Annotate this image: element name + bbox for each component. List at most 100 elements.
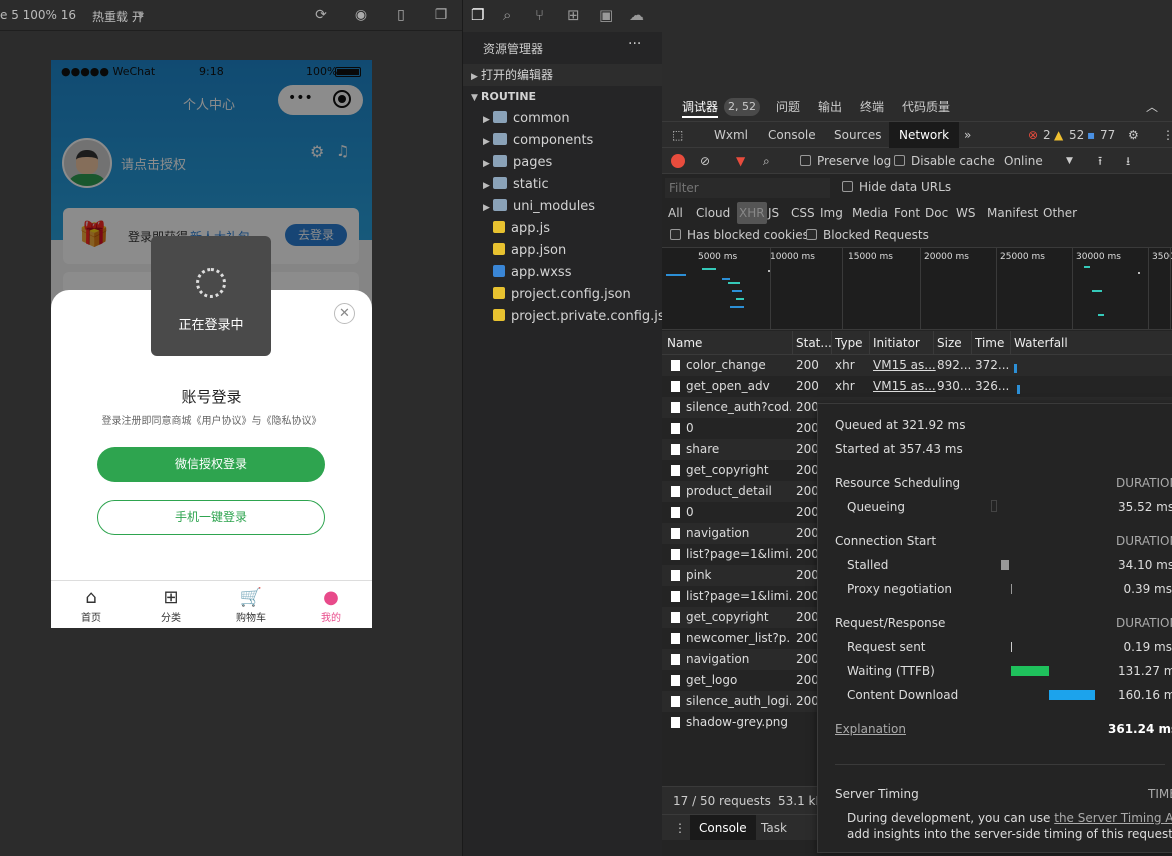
- download-icon[interactable]: ⭳: [1126, 150, 1130, 172]
- tab-mine[interactable]: ● 我的: [291, 581, 371, 628]
- phone-icon[interactable]: ▯: [393, 7, 409, 23]
- column-divider[interactable]: [971, 331, 972, 355]
- collapse-icon[interactable]: ︿: [1146, 96, 1158, 118]
- explanation-link[interactable]: Explanation: [835, 722, 906, 736]
- filter-icon[interactable]: ▼: [736, 150, 745, 172]
- blocked-cookies-checkbox[interactable]: Has blocked cookies: [670, 224, 809, 246]
- preserve-log-checkbox[interactable]: Preserve log: [800, 150, 891, 172]
- column-divider[interactable]: [792, 331, 793, 355]
- type-filter-manifest[interactable]: Manifest: [987, 202, 1038, 224]
- column-header[interactable]: Size: [937, 333, 975, 354]
- record-icon[interactable]: [671, 154, 685, 168]
- tab-issues[interactable]: 问题: [776, 96, 800, 118]
- hide-data-urls-checkbox[interactable]: Hide data URLs: [842, 176, 951, 198]
- type-filter-other[interactable]: Other: [1043, 202, 1077, 224]
- chevron-right-icon: ▶: [483, 203, 490, 213]
- tree-item-json[interactable]: project.private.config.js...: [463, 306, 677, 328]
- extensions-icon[interactable]: ⊞: [567, 6, 580, 24]
- type-filter-ws[interactable]: WS: [956, 202, 975, 224]
- hotreload-toggle[interactable]: 热重载 开: [92, 8, 144, 25]
- wechat-login-button[interactable]: 微信授权登录: [97, 447, 325, 482]
- agreement-text[interactable]: 登录注册即同意商城《用户协议》与《隐私协议》: [51, 412, 372, 427]
- error-icon[interactable]: ⊗: [1028, 124, 1038, 146]
- column-header[interactable]: Waterfall: [1014, 333, 1172, 354]
- server-timing-api-link[interactable]: the Server Timing API: [1054, 811, 1172, 825]
- tab-wxml[interactable]: Wxml: [714, 124, 748, 146]
- kebab-icon[interactable]: ⋮: [1162, 124, 1172, 146]
- device-selector[interactable]: e 5 100% 16: [0, 8, 76, 22]
- column-header[interactable]: Name: [667, 333, 796, 354]
- tree-item-folder[interactable]: ▶ uni_modules: [463, 196, 663, 218]
- table-row[interactable]: get_open_adv 200 xhr VM15 as... 930... 326...: [662, 376, 1172, 397]
- tree-item-json[interactable]: project.config.json: [463, 284, 663, 306]
- tab-cart[interactable]: 🛒 购物车: [211, 581, 291, 628]
- info-icon[interactable]: ▪: [1087, 124, 1095, 146]
- gear-icon[interactable]: ⚙: [1128, 124, 1139, 146]
- type-filter-js[interactable]: JS: [768, 202, 779, 224]
- blocked-requests-checkbox[interactable]: Blocked Requests: [806, 224, 929, 246]
- type-filter-font[interactable]: Font: [894, 202, 920, 224]
- tree-item-folder[interactable]: ▶ common: [463, 108, 663, 130]
- throttle-chevron-icon[interactable]: ▼: [1066, 150, 1073, 172]
- type-filter-xhr[interactable]: XHR: [737, 202, 767, 224]
- cell-initiator[interactable]: VM15 as...: [873, 355, 937, 376]
- throttle-select[interactable]: Online: [1004, 150, 1043, 172]
- tab-terminal[interactable]: 终端: [860, 96, 884, 118]
- drawer-tab-console[interactable]: Console: [690, 815, 756, 841]
- drawer-menu-icon[interactable]: ⋮: [674, 817, 686, 839]
- clear-icon[interactable]: ⊘: [700, 150, 710, 172]
- phone-login-button[interactable]: 手机一键登录: [97, 500, 325, 535]
- search-icon[interactable]: ⌕: [503, 6, 511, 24]
- cloud-icon[interactable]: ☁: [629, 6, 644, 24]
- tab-debugger[interactable]: 调试器: [682, 96, 719, 118]
- search-network-icon[interactable]: ⌕: [763, 150, 770, 172]
- column-divider[interactable]: [831, 331, 832, 355]
- upload-icon[interactable]: ⭱: [1098, 150, 1102, 172]
- tree-item-json[interactable]: app.json: [463, 240, 663, 262]
- more-tabs-icon[interactable]: »: [964, 124, 971, 146]
- tab-console[interactable]: Console: [768, 124, 816, 146]
- cell-initiator[interactable]: VM15 as...: [873, 376, 937, 397]
- type-filter-media[interactable]: Media: [852, 202, 888, 224]
- tab-code-quality[interactable]: 代码质量: [902, 96, 950, 118]
- more-actions-icon[interactable]: ···: [628, 36, 641, 52]
- type-filter-all[interactable]: All: [668, 202, 683, 224]
- column-divider[interactable]: [933, 331, 934, 355]
- refresh-icon[interactable]: ⟳: [313, 7, 329, 23]
- close-icon[interactable]: ✕: [334, 303, 355, 324]
- column-divider[interactable]: [1010, 331, 1011, 355]
- tree-item-folder[interactable]: ▶ pages: [463, 152, 663, 174]
- timeline-overview[interactable]: 5000 ms 10000 ms 15000 ms 20000 ms 25000 ms 3…: [662, 248, 1172, 330]
- preview-icon[interactable]: ▣: [599, 6, 613, 24]
- column-header[interactable]: Type: [835, 333, 873, 354]
- column-divider[interactable]: [869, 331, 870, 355]
- open-editors-section[interactable]: ▶ 打开的编辑器: [463, 64, 663, 86]
- tab-home[interactable]: ⌂ 首页: [51, 581, 131, 628]
- type-filter-cloud[interactable]: Cloud: [696, 202, 730, 224]
- type-filter-css[interactable]: CSS: [791, 202, 815, 224]
- window-icon[interactable]: ❐: [433, 7, 449, 23]
- disable-cache-checkbox[interactable]: Disable cache: [894, 150, 995, 172]
- table-row[interactable]: color_change 200 xhr VM15 as... 892... 372...: [662, 355, 1172, 376]
- type-filter-img[interactable]: Img: [820, 202, 843, 224]
- tree-item-folder[interactable]: ▶ components: [463, 130, 663, 152]
- inspect-icon[interactable]: ⬚: [672, 124, 683, 146]
- filter-input[interactable]: [665, 178, 830, 198]
- warning-icon[interactable]: ▲: [1054, 124, 1063, 146]
- git-icon[interactable]: ⑂: [535, 6, 544, 24]
- tab-sources[interactable]: Sources: [834, 124, 881, 146]
- type-filter-doc[interactable]: Doc: [925, 202, 948, 224]
- column-header[interactable]: Time: [975, 333, 1014, 354]
- tree-item-wxss[interactable]: app.wxss: [463, 262, 663, 284]
- column-header[interactable]: Initiator: [873, 333, 937, 354]
- tree-item-js[interactable]: app.js: [463, 218, 663, 240]
- tab-category[interactable]: ⊞ 分类: [131, 581, 211, 628]
- drawer-tab-task[interactable]: Task: [761, 817, 787, 839]
- tab-network[interactable]: Network: [889, 122, 960, 148]
- routine-section[interactable]: ▼ ROUTINE: [463, 86, 663, 108]
- stop-icon[interactable]: ◉: [353, 7, 369, 23]
- tree-item-folder[interactable]: ▶ static: [463, 174, 663, 196]
- tab-output[interactable]: 输出: [818, 96, 842, 118]
- column-header[interactable]: Stat...: [796, 333, 835, 354]
- files-icon[interactable]: ❐: [471, 6, 484, 24]
